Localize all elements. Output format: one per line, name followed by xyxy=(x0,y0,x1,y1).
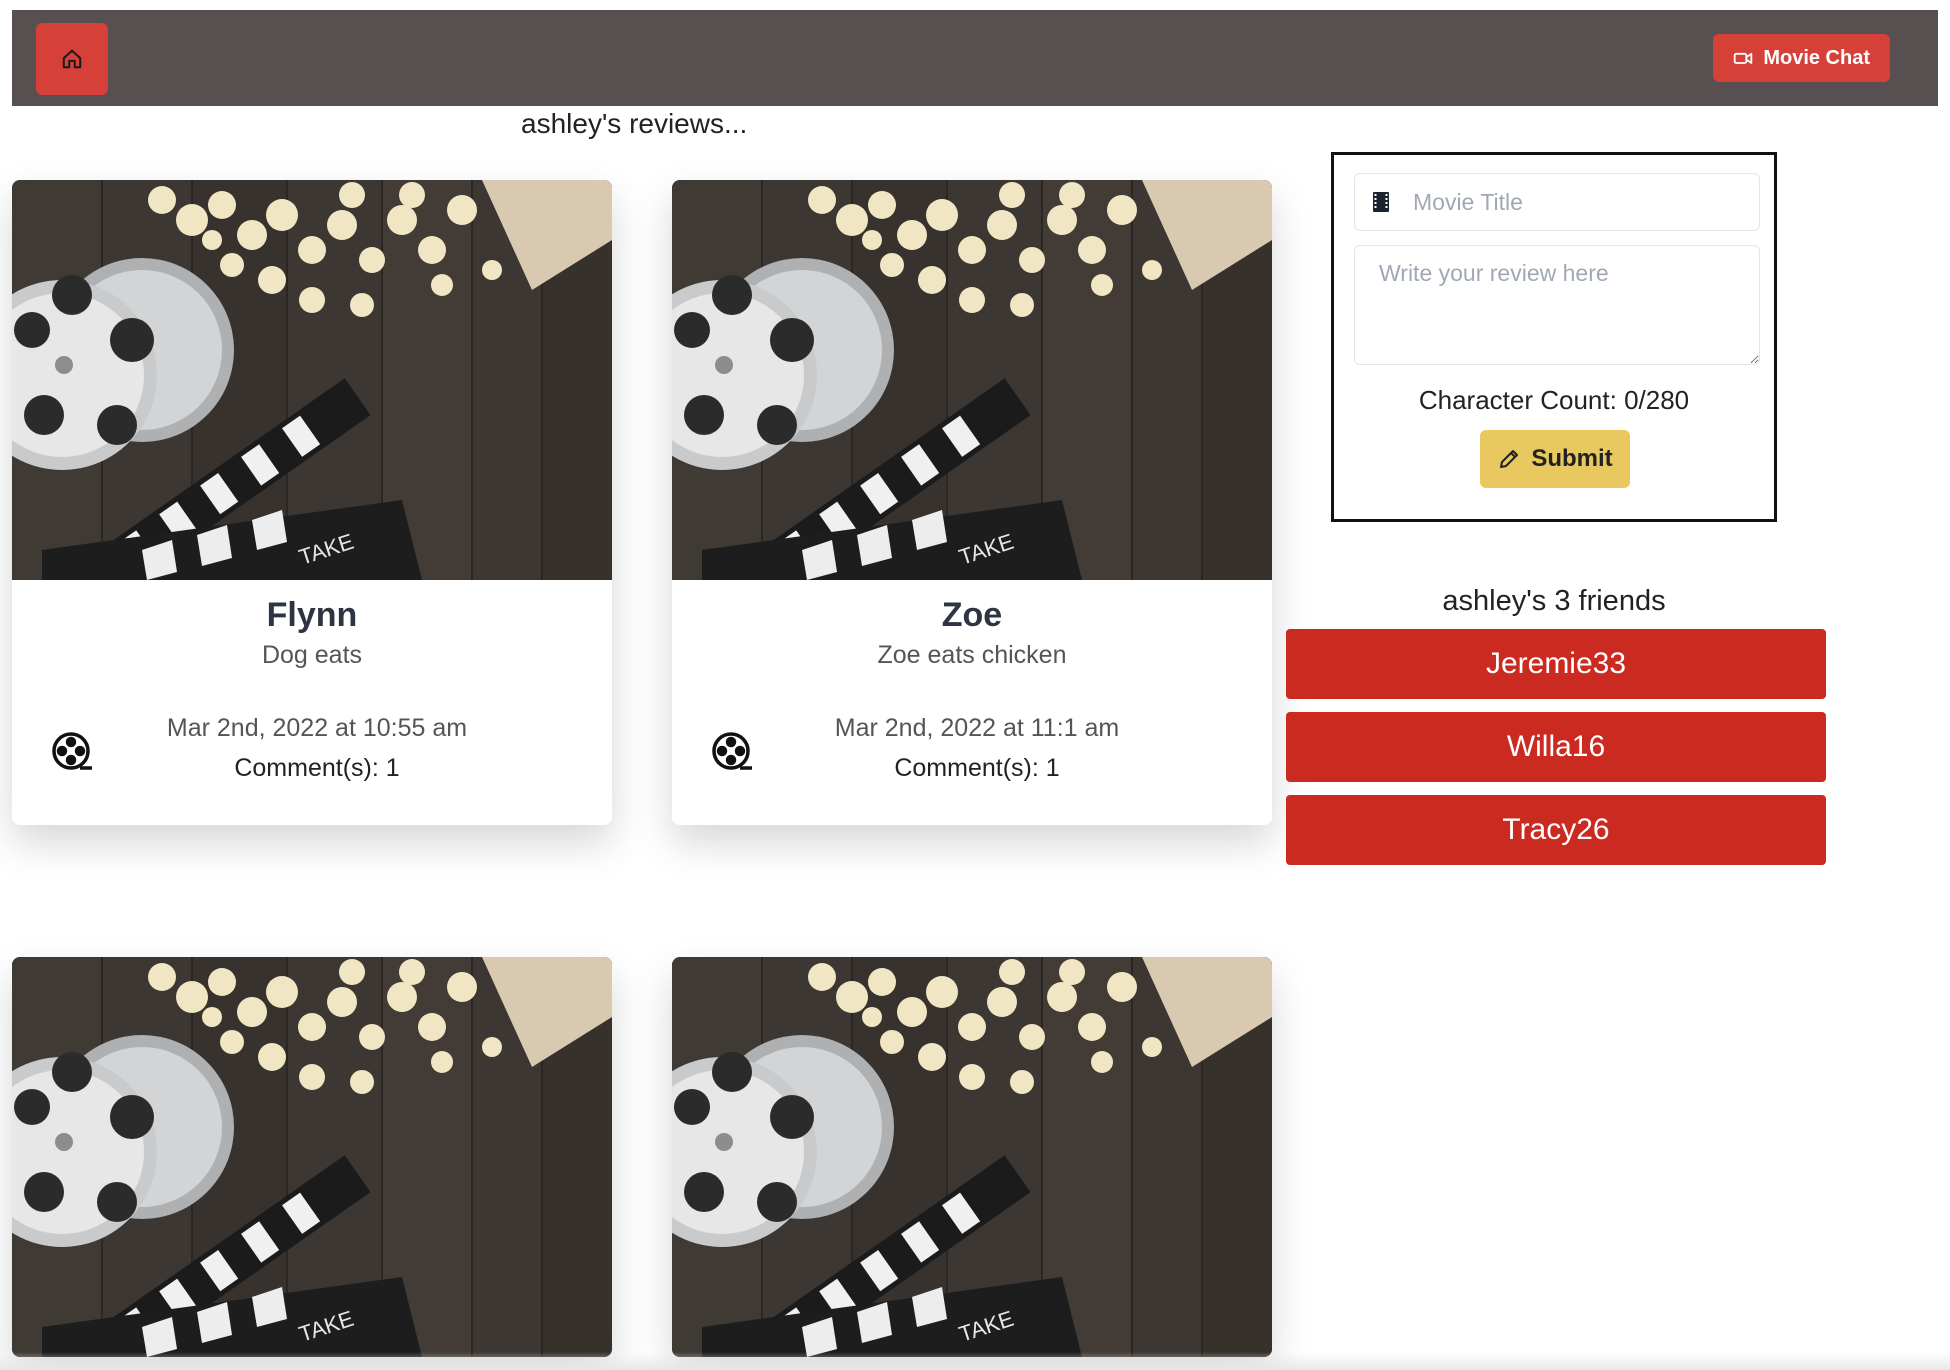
movie-chat-label: Movie Chat xyxy=(1763,46,1870,69)
movie-chat-button[interactable]: Movie Chat xyxy=(1713,34,1890,82)
character-count: Character Count: 0/280 xyxy=(1418,385,1690,415)
review-title: Zoe xyxy=(941,596,1003,634)
review-card-body: Flynn Dog eats Mar 2nd, 2022 at 10:55 am… xyxy=(12,580,612,825)
movie-poster-image xyxy=(12,957,612,1357)
review-title: Flynn xyxy=(266,596,358,634)
scroll-shadow xyxy=(0,1352,1950,1370)
review-form: Character Count: 0/280 Submit xyxy=(1331,152,1777,522)
review-comments[interactable]: Comment(s): 1 xyxy=(102,754,532,783)
review-card[interactable] xyxy=(12,957,612,1357)
movie-title-input[interactable] xyxy=(1411,187,1745,217)
review-text: Dog eats xyxy=(261,641,363,669)
film-reel-icon xyxy=(712,732,752,770)
reviews-heading: ashley's reviews... xyxy=(521,108,748,139)
movie-poster-image xyxy=(672,180,1272,580)
pencil-icon xyxy=(1500,450,1519,468)
friends-heading: ashley's 3 friends xyxy=(1442,585,1666,617)
review-date: Mar 2nd, 2022 at 11:1 am xyxy=(834,714,1120,742)
film-icon xyxy=(1373,192,1389,212)
review-date: Mar 2nd, 2022 at 10:55 am xyxy=(166,714,468,742)
video-camera-icon xyxy=(1734,52,1753,64)
review-textarea[interactable] xyxy=(1354,245,1760,365)
submit-label: Submit xyxy=(1531,445,1613,472)
movie-poster-image xyxy=(672,957,1272,1357)
friend-button[interactable]: Jeremie33 xyxy=(1286,629,1826,699)
friend-button[interactable]: Tracy26 xyxy=(1286,795,1826,865)
home-icon xyxy=(62,49,82,69)
film-reel-icon xyxy=(52,732,92,770)
submit-button[interactable]: Submit xyxy=(1480,430,1630,488)
home-button[interactable] xyxy=(36,23,108,95)
review-card[interactable]: Zoe Zoe eats chicken Mar 2nd, 2022 at 11… xyxy=(672,180,1272,825)
review-card[interactable] xyxy=(672,957,1272,1357)
review-text: Zoe eats chicken xyxy=(877,641,1067,669)
navbar: Movie Chat xyxy=(12,10,1938,106)
review-card[interactable]: Flynn Dog eats Mar 2nd, 2022 at 10:55 am… xyxy=(12,180,612,825)
friend-button[interactable]: Willa16 xyxy=(1286,712,1826,782)
review-card-body: Zoe Zoe eats chicken Mar 2nd, 2022 at 11… xyxy=(672,580,1272,825)
review-comments[interactable]: Comment(s): 1 xyxy=(762,754,1192,783)
movie-poster-image xyxy=(12,180,612,580)
movie-title-field[interactable] xyxy=(1354,173,1760,231)
